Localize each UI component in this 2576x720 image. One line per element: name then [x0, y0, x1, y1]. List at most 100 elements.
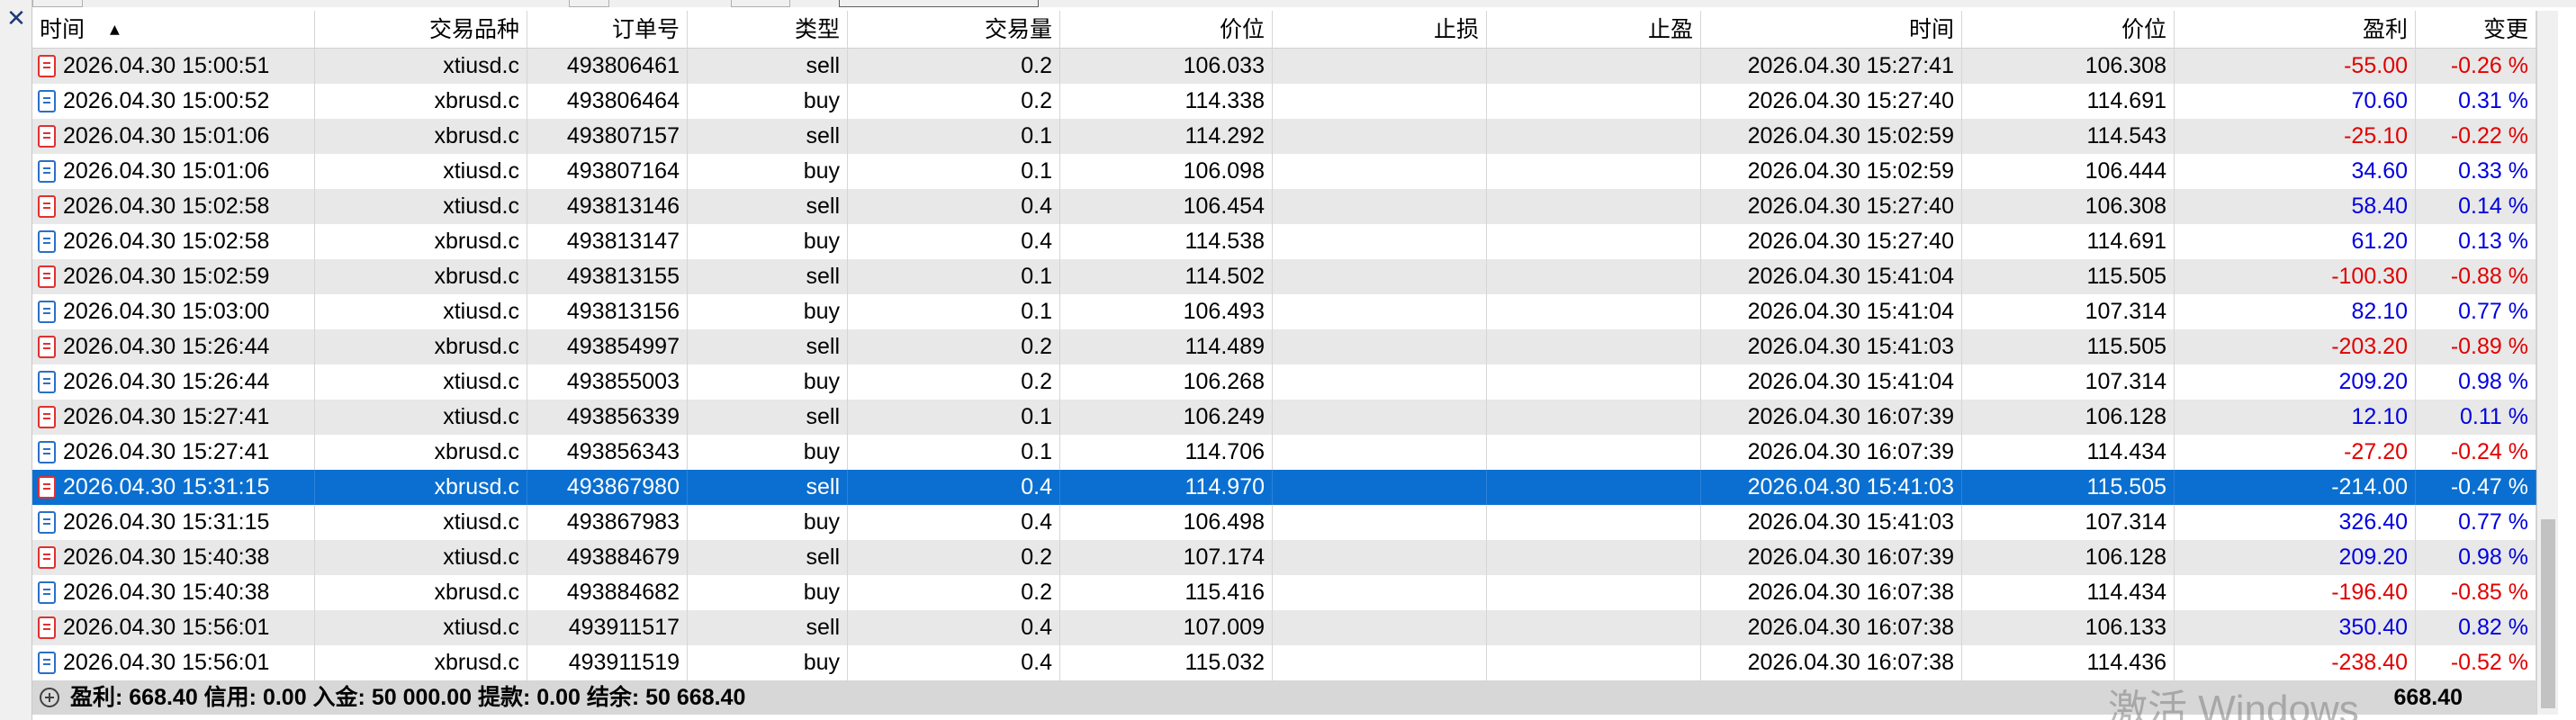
cell-trade-type: buy [688, 435, 848, 470]
cell-trade-type: buy [688, 84, 848, 119]
open-time-value: 2026.04.30 15:27:41 [63, 439, 270, 464]
cell-stop-loss [1273, 575, 1487, 610]
cell-trade-type: sell [688, 49, 848, 84]
symbol-value: xbrusd.c [434, 123, 519, 148]
sell-deal-icon [38, 125, 56, 148]
profit-value: 209.20 [2338, 544, 2408, 570]
profit-value: -203.20 [2331, 334, 2408, 359]
trade-type-value: sell [806, 615, 840, 640]
close-price-value: 114.434 [2086, 580, 2166, 605]
trade-type-value: sell [806, 404, 840, 429]
close-time-value: 2026.04.30 16:07:39 [1747, 404, 1954, 429]
profit-value: 12.10 [2351, 404, 2408, 429]
volume-value: 0.4 [1021, 194, 1052, 219]
close-time-value: 2026.04.30 15:41:03 [1747, 474, 1954, 500]
sell-deal-icon [38, 546, 56, 569]
scrollbar-thumb[interactable] [2541, 519, 2555, 708]
column-header-order-number[interactable]: 订单号 [527, 11, 688, 49]
column-header-take-profit[interactable]: 止盈 [1487, 11, 1701, 49]
cell-order-number: 493911517 [527, 610, 688, 645]
table-row[interactable]: 2026.04.30 15:02:58 xtiusd.c 493813146 sell… [32, 189, 2536, 224]
close-price-value: 106.128 [2085, 544, 2166, 570]
order-number-value: 493813156 [566, 299, 680, 324]
tab-fragment[interactable] [569, 0, 609, 7]
column-header-trade-type[interactable]: 类型 [688, 11, 848, 49]
column-header-profit[interactable]: 盈利 [2175, 11, 2416, 49]
table-row[interactable]: 2026.04.30 15:01:06 xtiusd.c 493807164 buy 0… [32, 154, 2536, 189]
order-number-value: 493813147 [566, 229, 680, 254]
column-header-symbol[interactable]: 交易品种 [315, 11, 527, 49]
cell-open-time: 2026.04.30 15:40:38 [32, 575, 315, 610]
column-header-change[interactable]: 变更 [2416, 11, 2536, 49]
table-row[interactable]: 2026.04.30 15:02:58 xbrusd.c 493813147 buy 0… [32, 224, 2536, 259]
cell-close-time: 2026.04.30 15:41:03 [1701, 470, 1962, 505]
table-row[interactable]: 2026.04.30 15:00:52 xbrusd.c 493806464 buy 0… [32, 84, 2536, 119]
column-header-open-price[interactable]: 价位 [1060, 11, 1273, 49]
profit-value: 82.10 [2351, 299, 2408, 324]
cell-open-time: 2026.04.30 15:01:06 [32, 119, 315, 154]
close-price-value: 114.543 [2086, 123, 2166, 148]
table-row[interactable]: 2026.04.30 15:56:01 xtiusd.c 493911517 sell… [32, 610, 2536, 645]
vertical-scrollbar[interactable] [2536, 11, 2558, 715]
table-row[interactable]: 2026.04.30 15:27:41 xbrusd.c 493856343 buy 0… [32, 435, 2536, 470]
close-icon[interactable]: ✕ [3, 5, 30, 32]
column-header-open-time[interactable]: 时间 ▲ [32, 11, 315, 49]
cell-take-profit [1487, 575, 1701, 610]
cell-volume: 0.1 [848, 119, 1060, 154]
open-price-value: 114.706 [1184, 439, 1265, 464]
open-price-value: 106.268 [1183, 369, 1265, 394]
tab-fragment[interactable] [32, 0, 83, 7]
column-header-label: 止损 [1433, 17, 1479, 42]
column-header-label: 交易量 [984, 17, 1052, 42]
table-row[interactable]: 2026.04.30 15:56:01 xbrusd.c 493911519 buy 0… [32, 645, 2536, 680]
close-price-value: 114.436 [2086, 650, 2166, 675]
table-row[interactable]: 2026.04.30 15:40:38 xtiusd.c 493884679 sell… [32, 540, 2536, 575]
open-time-value: 2026.04.30 15:01:06 [63, 158, 270, 184]
volume-value: 0.1 [1021, 158, 1052, 184]
table-row[interactable]: 2026.04.30 15:27:41 xtiusd.c 493856339 sell… [32, 400, 2536, 435]
table-row[interactable]: 2026.04.30 15:26:44 xbrusd.c 493854997 sell… [32, 329, 2536, 364]
cell-close-price: 107.314 [1962, 505, 2175, 540]
table-row[interactable]: 2026.04.30 15:00:51 xtiusd.c 493806461 sell… [32, 49, 2536, 84]
column-header-close-price[interactable]: 价位 [1962, 11, 2175, 49]
close-price-value: 115.505 [2086, 474, 2166, 500]
cell-symbol: xbrusd.c [315, 259, 527, 294]
cell-open-price: 114.706 [1060, 435, 1273, 470]
column-header-close-time[interactable]: 时间 [1701, 11, 1962, 49]
cell-change: 0.14 % [2416, 189, 2536, 224]
table-row[interactable]: 2026.04.30 15:31:15 xtiusd.c 493867983 buy 0… [32, 505, 2536, 540]
profit-value: 70.60 [2351, 88, 2408, 113]
expand-plus-icon[interactable] [40, 688, 59, 707]
column-header-label: 类型 [794, 17, 840, 42]
tab-fragment-active[interactable] [839, 0, 1039, 7]
open-time-value: 2026.04.30 15:02:58 [63, 194, 270, 219]
table-row[interactable]: 2026.04.30 15:31:15 xbrusd.c 493867980 sell… [32, 470, 2536, 505]
trade-type-value: sell [806, 264, 840, 289]
table-row[interactable]: 2026.04.30 15:26:44 xtiusd.c 493855003 buy 0… [32, 364, 2536, 400]
open-time-value: 2026.04.30 15:27:41 [63, 404, 270, 429]
tab-fragment[interactable] [731, 0, 790, 7]
close-price-value: 114.434 [2086, 439, 2166, 464]
close-time-value: 2026.04.30 15:41:04 [1747, 264, 1954, 289]
table-row[interactable]: 2026.04.30 15:02:59 xbrusd.c 493813155 sell… [32, 259, 2536, 294]
cell-open-time: 2026.04.30 15:27:41 [32, 400, 315, 435]
cell-close-time: 2026.04.30 16:07:38 [1701, 610, 1962, 645]
cell-close-time: 2026.04.30 15:27:40 [1701, 189, 1962, 224]
table-row[interactable]: 2026.04.30 15:01:06 xbrusd.c 493807157 sell… [32, 119, 2536, 154]
cell-volume: 0.4 [848, 470, 1060, 505]
cell-take-profit [1487, 470, 1701, 505]
cell-close-time: 2026.04.30 16:07:38 [1701, 645, 1962, 680]
table-row[interactable]: 2026.04.30 15:40:38 xbrusd.c 493884682 buy 0… [32, 575, 2536, 610]
symbol-value: xbrusd.c [434, 650, 519, 675]
order-number-value: 493856343 [566, 439, 680, 464]
column-header-stop-loss[interactable]: 止损 [1273, 11, 1487, 49]
cell-open-price: 107.009 [1060, 610, 1273, 645]
buy-deal-icon [38, 511, 56, 534]
cell-trade-type: buy [688, 575, 848, 610]
cell-stop-loss [1273, 435, 1487, 470]
change-value: 0.77 % [2458, 509, 2528, 535]
table-row[interactable]: 2026.04.30 15:03:00 xtiusd.c 493813156 buy 0… [32, 294, 2536, 329]
column-header-volume[interactable]: 交易量 [848, 11, 1060, 49]
open-time-value: 2026.04.30 15:31:15 [63, 474, 270, 500]
cell-stop-loss [1273, 154, 1487, 189]
